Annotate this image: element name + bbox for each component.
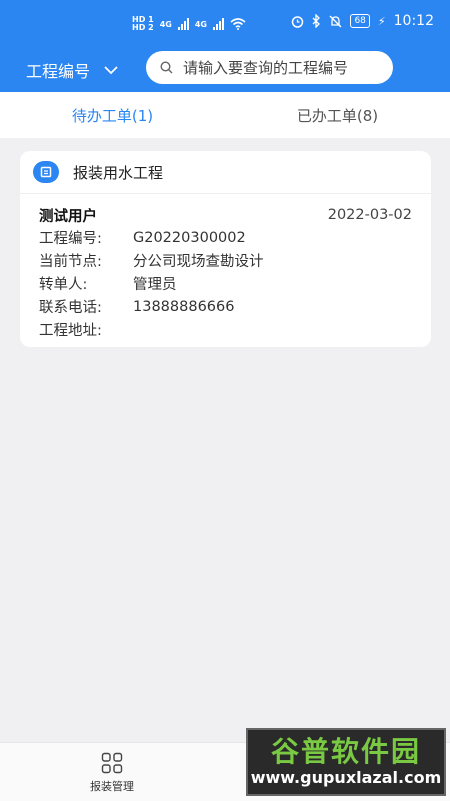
field-row-phone: 联系电话: 13888886666 [39,298,235,317]
battery-indicator: 68 [350,14,370,28]
tab-completed[interactable]: 已办工单(8) [225,92,450,138]
status-right: 68 ⚡ 10:12 [291,13,434,29]
status-time: 10:12 [393,13,434,29]
search-field-selector[interactable]: 工程编号 [26,58,118,82]
grid-icon [101,752,123,774]
app-header: HD 1 HD 2 4G 4G 68 ⚡ 10:12 工程编号 请输入要查询的工… [0,0,450,92]
clipboard-icon [33,161,59,183]
selector-label: 工程编号 [26,62,91,81]
field-row-transferrer: 转单人: 管理员 [39,277,177,293]
mute-icon [329,15,342,27]
field-row-project-number: 工程编号: G20220300002 [39,229,246,248]
bluetooth-icon [312,14,321,28]
work-order-card[interactable]: 报装用水工程 测试用户 2022-03-02 工程编号: G2022030000… [20,151,431,347]
status-left: HD 1 HD 2 4G 4G [132,16,246,32]
hd-indicator: HD 1 HD 2 [132,15,154,32]
user-row: 测试用户 2022-03-02 [39,204,412,226]
chevron-down-icon [104,65,118,74]
watermark-url: www.gupuxlazal.com [250,768,442,787]
network-type-1: 4G [159,19,172,29]
network-type-2: 4G [194,19,207,29]
charging-icon: ⚡ [377,14,386,28]
order-date: 2022-03-02 [327,207,412,223]
alarm-icon [292,15,304,28]
field-row-current-node: 当前节点: 分公司现场查勘设计 [39,254,264,270]
field-row-address: 工程地址: [39,323,102,339]
site-watermark: 谷普软件园 www.gupuxlazal.com [246,728,446,796]
card-header: 报装用水工程 [20,151,431,194]
nav-label: 报装管理 [90,780,134,793]
watermark-title: 谷普软件园 [270,735,421,768]
signal-1-icon [177,18,189,30]
search-input[interactable] [181,57,385,78]
tab-pending[interactable]: 待办工单(1) [0,92,225,138]
tab-bar: 待办工单(1) 已办工单(8) [0,92,450,138]
card-title: 报装用水工程 [73,163,164,182]
search-icon [160,61,173,74]
user-name: 测试用户 [39,208,97,225]
wifi-icon [230,18,246,30]
signal-2-icon [212,18,224,30]
card-body: 测试用户 2022-03-02 工程编号: G20220300002 当前节点:… [20,194,431,341]
search-box[interactable] [146,51,393,84]
status-bar: HD 1 HD 2 4G 4G 68 ⚡ 10:12 [0,0,450,44]
nav-item-install-management[interactable]: 报装管理 [82,752,142,794]
